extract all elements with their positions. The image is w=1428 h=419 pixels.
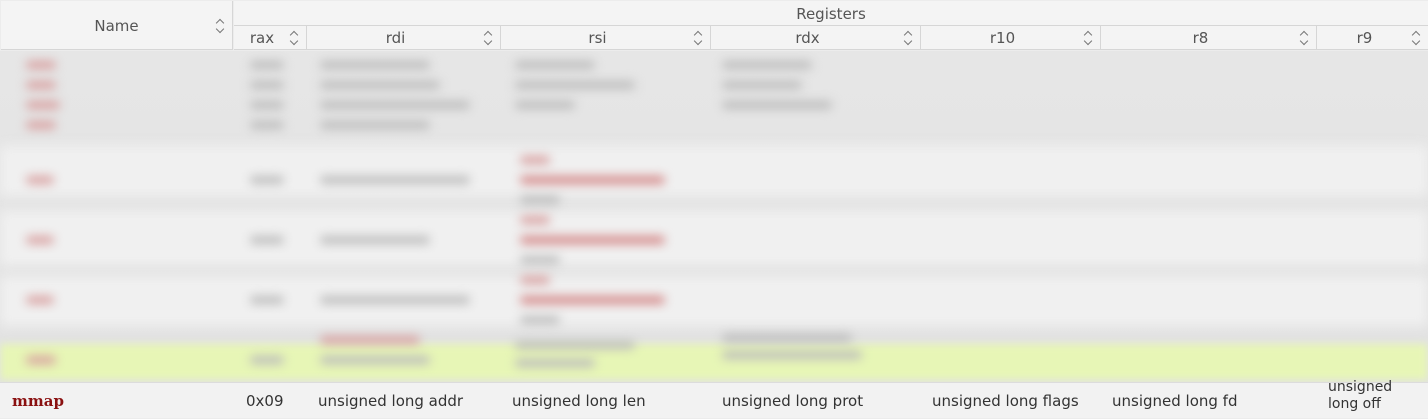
blurred-band [0, 211, 1428, 266]
blurred-text [26, 236, 54, 244]
column-header-label: rax [249, 29, 275, 47]
column-group-registers-label: Registers [796, 5, 866, 23]
blurred-text [320, 236, 430, 244]
blurred-text [320, 121, 430, 129]
blurred-text [26, 296, 54, 304]
column-header-rsi[interactable]: rsi [501, 26, 711, 50]
blurred-text [320, 356, 430, 364]
blurred-text [722, 351, 862, 359]
blurred-text [722, 101, 832, 109]
blurred-text [320, 101, 470, 109]
blurred-text [520, 276, 550, 284]
blurred-text [515, 341, 635, 349]
column-header-rdi[interactable]: rdi [307, 26, 501, 50]
column-header-r10[interactable]: r10 [921, 26, 1101, 50]
column-header-label: rdx [795, 29, 820, 47]
blurred-text [515, 359, 595, 367]
blurred-text [520, 196, 560, 204]
column-header-label: rsi [588, 29, 607, 47]
blurred-text [320, 61, 430, 69]
column-header-label: r10 [989, 29, 1016, 47]
blurred-text [515, 61, 595, 69]
highlighted-row [0, 344, 1428, 380]
blurred-text [26, 176, 54, 184]
column-group-registers: Registers [234, 1, 1428, 26]
column-header-r8[interactable]: r8 [1101, 26, 1317, 50]
cell-rax: 0x09 [246, 392, 284, 410]
column-header-name[interactable]: Name [1, 1, 233, 50]
sort-icon[interactable] [484, 30, 494, 46]
sort-icon[interactable] [290, 30, 300, 46]
syscall-name[interactable]: mmap [12, 383, 64, 419]
table-row[interactable]: mmap 0x09 unsigned long addr unsigned lo… [0, 379, 1428, 419]
cell-r9: unsigned long off [1328, 379, 1393, 412]
sort-icon[interactable] [216, 18, 226, 34]
column-header-rdx[interactable]: rdx [711, 26, 921, 50]
blurred-text [520, 256, 560, 264]
sort-icon[interactable] [1412, 30, 1422, 46]
blurred-text [26, 61, 56, 69]
blurred-text [250, 356, 284, 364]
sort-icon[interactable] [904, 30, 914, 46]
column-header-label: r8 [1192, 29, 1209, 47]
blurred-text [722, 334, 852, 342]
column-header-rax[interactable]: rax [234, 26, 307, 50]
blurred-text [250, 101, 284, 109]
blurred-text [520, 296, 665, 304]
blurred-text [520, 176, 665, 184]
blurred-text [250, 296, 284, 304]
column-header-r9[interactable]: r9 [1317, 26, 1428, 50]
blurred-text [520, 236, 665, 244]
blurred-band [0, 276, 1428, 326]
sort-icon[interactable] [1300, 30, 1310, 46]
sort-icon[interactable] [1084, 30, 1094, 46]
blurred-text [320, 81, 440, 89]
blurred-text [250, 176, 284, 184]
blurred-text [722, 61, 812, 69]
blurred-text [250, 61, 284, 69]
blurred-text [515, 101, 575, 109]
blurred-text [520, 316, 560, 324]
blurred-text [722, 81, 802, 89]
cell-r10: unsigned long flags [932, 392, 1079, 410]
blurred-text [250, 121, 284, 129]
blurred-text [515, 81, 635, 89]
sort-icon[interactable] [694, 30, 704, 46]
blurred-text [26, 101, 60, 109]
column-header-name-label: Name [94, 17, 139, 35]
blurred-text [320, 336, 420, 344]
blurred-text [26, 121, 56, 129]
cell-rsi: unsigned long len [512, 392, 646, 410]
blurred-text [320, 176, 470, 184]
column-header-label: rdi [385, 29, 406, 47]
blurred-text [250, 236, 284, 244]
blurred-text [26, 81, 56, 89]
blurred-text [520, 216, 550, 224]
blurred-rows [0, 51, 1428, 382]
blurred-text [250, 81, 284, 89]
blurred-band [0, 146, 1428, 196]
column-header-label: r9 [1356, 29, 1373, 47]
blurred-text [26, 356, 56, 364]
cell-rdx: unsigned long prot [722, 392, 864, 410]
cell-rdi: unsigned long addr [318, 392, 464, 410]
blurred-text [520, 156, 550, 164]
cell-r8: unsigned long fd [1112, 392, 1238, 410]
blurred-text [320, 296, 470, 304]
